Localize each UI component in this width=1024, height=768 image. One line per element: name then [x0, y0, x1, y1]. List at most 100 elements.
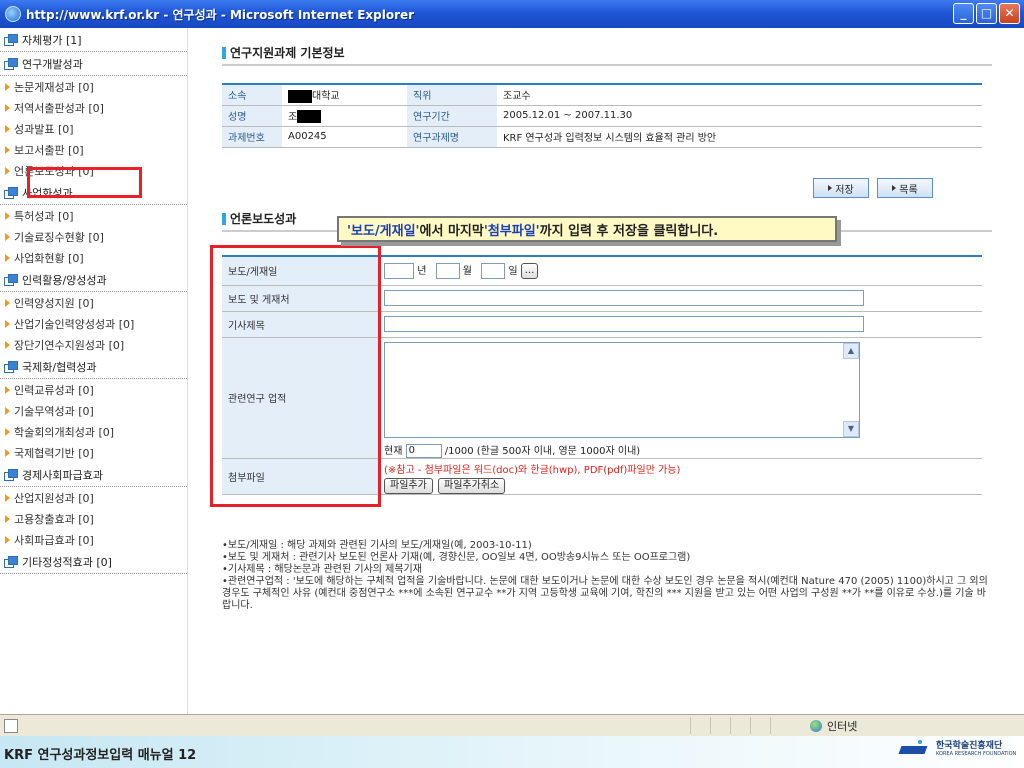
arrow-icon — [5, 493, 10, 502]
sidebar-item-short-training[interactable]: 장단기연수지원성과 [0] — [0, 334, 187, 355]
outlet-input[interactable] — [384, 290, 864, 306]
folder-plus-icon — [4, 468, 18, 481]
sidebar-item-patents[interactable]: 특허성과 [0] — [0, 205, 187, 226]
redaction-block — [297, 110, 322, 124]
arrow-icon — [5, 145, 10, 154]
scroll-down-icon[interactable]: ▼ — [843, 420, 859, 437]
sidebar-item-conferences[interactable]: 학술회의개최성과 [0] — [0, 421, 187, 442]
media-section-title: 언론보도성과 — [222, 210, 296, 227]
sidebar-section-rnd[interactable]: 연구개발성과 — [0, 52, 187, 76]
arrow-icon — [5, 319, 10, 328]
arrow-icon — [5, 82, 10, 91]
sidebar-item-industry-hr[interactable]: 산업기술인력양성성과 [0] — [0, 313, 187, 334]
sidebar-item-presentations[interactable]: 성과발표 [0] — [0, 118, 187, 139]
logo-mark-icon — [898, 740, 930, 758]
attachment-note: (※참고 - 첨부파일은 워드(doc)와 한글(hwp), PDF(pdf)파… — [384, 464, 681, 476]
article-title-input[interactable] — [384, 316, 864, 332]
globe-icon — [810, 720, 822, 732]
sidebar-item-reports[interactable]: 보고서출판 [0] — [0, 139, 187, 160]
minimize-button[interactable]: _ — [953, 3, 974, 24]
redaction-block — [288, 89, 312, 103]
folder-plus-icon — [4, 57, 18, 70]
title-bar-icon — [222, 212, 226, 225]
status-cells — [690, 717, 790, 734]
divider — [222, 64, 992, 66]
arrow-icon — [5, 232, 10, 241]
sidebar-item-papers[interactable]: 논문게재성과 [0] — [0, 76, 187, 97]
month-input[interactable] — [435, 263, 460, 280]
arrow-icon — [5, 535, 10, 544]
arrow-icon — [5, 166, 10, 175]
footer-caption: KRF 연구성과정보입력 매뉴얼 12 — [4, 748, 197, 763]
day-input[interactable] — [481, 263, 506, 280]
scroll-up-icon[interactable]: ▲ — [843, 342, 859, 359]
sidebar-item-social[interactable]: 사회파급효과 [0] — [0, 529, 187, 550]
highlight-box-form-labels — [210, 245, 381, 507]
note-line: •관련연구업적 : '보도에 해당하는 구체적 업적을 기술바랍니다. 논문에 … — [222, 576, 988, 611]
sidebar-section-hr[interactable]: 인력활용/양성성과 — [0, 268, 187, 292]
cancel-file-button[interactable]: 파일추가취소 — [438, 477, 506, 494]
add-file-button[interactable]: 파일추가 — [384, 477, 433, 494]
list-button[interactable]: 목록 — [877, 178, 933, 198]
note-line: •보도 및 게재처 : 관련기사 보도된 언론사 기재(예, 경향신문, OO일… — [222, 552, 691, 563]
folder-plus-icon — [4, 555, 18, 568]
label-affiliation: 소속 — [222, 84, 282, 106]
sidebar-section-self-eval[interactable]: 자체평가 [1] — [0, 28, 187, 52]
basic-info-table: 소속 대학교 직위 조교수 성명 조 연구기간 2005.12.01 ~ 200… — [222, 83, 982, 148]
sidebar-item-exchange[interactable]: 인력교류성과 [0] — [0, 379, 187, 400]
help-notes: •보도/게재일 : 해당 과제와 관련된 기사의 보도/게재일(예, 2003-… — [222, 540, 992, 612]
value-period: 2005.12.01 ~ 2007.11.30 — [497, 105, 982, 127]
label-name: 성명 — [222, 105, 282, 127]
year-input[interactable] — [384, 263, 414, 280]
arrow-icon — [5, 427, 10, 436]
basic-info-title: 연구지원과제 기본정보 — [222, 44, 345, 61]
security-zone: 인터넷 — [810, 718, 857, 734]
sidebar-item-employment[interactable]: 고용창출효과 [0] — [0, 508, 187, 529]
label-position: 직위 — [407, 84, 497, 106]
char-count-field: 0 — [405, 443, 442, 458]
label-project-no: 과제번호 — [222, 126, 282, 148]
arrow-icon — [5, 406, 10, 415]
folder-plus-icon — [4, 360, 18, 373]
document-footer: KRF 연구성과정보입력 매뉴얼 12 한국학술진흥재단 KOREA RESEA… — [0, 736, 1024, 768]
arrow-icon — [892, 185, 897, 191]
folder-plus-icon — [4, 273, 18, 286]
label-project-title: 연구과제명 — [407, 126, 497, 148]
arrow-icon — [5, 514, 10, 523]
sidebar-item-intl-base[interactable]: 국제협력기반 [0] — [0, 442, 187, 463]
ie-icon — [5, 6, 21, 22]
sidebar-item-training[interactable]: 인력양성지원 [0] — [0, 292, 187, 313]
sidebar-item-royalties[interactable]: 기술료징수현황 [0] — [0, 226, 187, 247]
arrow-icon — [5, 124, 10, 133]
folder-plus-icon — [4, 186, 18, 199]
sidebar-section-international[interactable]: 국제화/협력성과 — [0, 355, 187, 379]
sidebar-item-business[interactable]: 사업화현황 [0] — [0, 247, 187, 268]
note-line: •보도/게재일 : 해당 과제와 관련된 기사의 보도/게재일(예, 2003-… — [222, 540, 532, 551]
window-title-bar: http://www.krf.or.kr - 연구성과 - Microsoft … — [0, 0, 1024, 28]
sidebar-item-industry-support[interactable]: 산업지원성과 [0] — [0, 487, 187, 508]
char-counter: 현재 0 /1000 (한글 500자 이내, 영문 1000자 이내) — [384, 443, 641, 458]
arrow-icon — [828, 185, 833, 191]
page-icon — [4, 718, 18, 733]
related-work-textarea[interactable]: ▲ ▼ — [384, 341, 860, 438]
maximize-button[interactable]: □ — [976, 3, 997, 24]
save-button[interactable]: 저장 — [813, 178, 869, 198]
sidebar-item-books[interactable]: 저역서출판성과 [0] — [0, 97, 187, 118]
label-period: 연구기간 — [407, 105, 497, 127]
folder-plus-icon — [4, 33, 18, 46]
title-bar-icon — [222, 46, 226, 59]
arrow-icon — [5, 448, 10, 457]
arrow-icon — [5, 385, 10, 394]
close-button[interactable]: ✕ — [999, 3, 1020, 24]
sidebar-section-other[interactable]: 기타정성적효과 [0] — [0, 550, 187, 574]
arrow-icon — [5, 253, 10, 262]
status-bar: 인터넷 — [0, 714, 1024, 736]
sidebar-item-tech-trade[interactable]: 기술무역성과 [0] — [0, 400, 187, 421]
highlight-box-media-menu — [27, 167, 142, 198]
arrow-icon — [5, 103, 10, 112]
date-picker-button[interactable]: ... — [520, 263, 539, 280]
sidebar-section-economic[interactable]: 경제사회파급효과 — [0, 463, 187, 487]
table-row: 소속 대학교 직위 조교수 — [222, 84, 982, 106]
arrow-icon — [5, 211, 10, 220]
instruction-callout: '보도/게재일' 에서 마지막 '첨부파일' 까지 입력 후 저장을 클릭합니다. — [337, 216, 837, 242]
